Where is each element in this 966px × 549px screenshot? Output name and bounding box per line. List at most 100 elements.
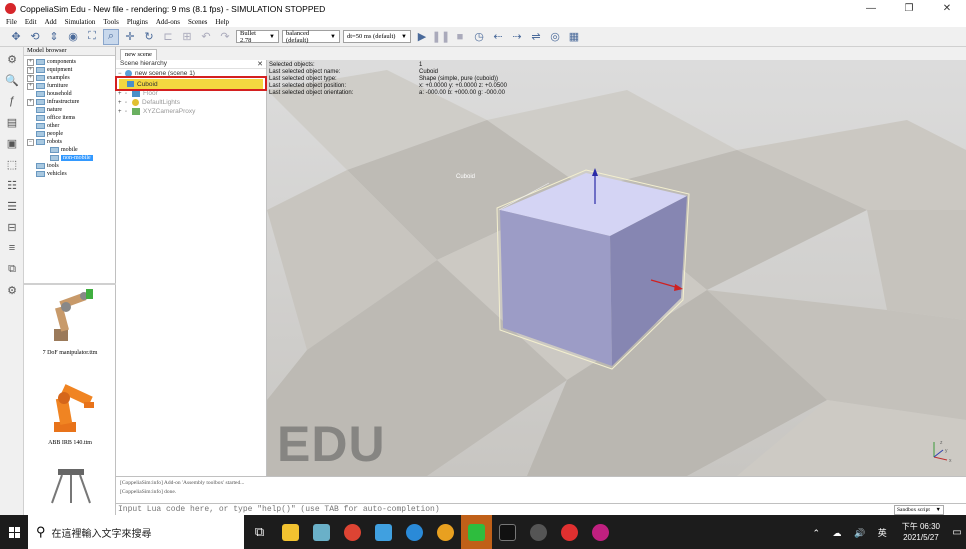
menu-add-ons[interactable]: Add-ons <box>156 18 180 26</box>
play-icon[interactable]: ▶ <box>414 29 430 45</box>
abb-irb140-thumbnail[interactable] <box>36 372 106 437</box>
lua-input[interactable] <box>118 504 888 515</box>
model-folder-mobile[interactable]: mobile <box>24 146 115 154</box>
taskbar-app-chrome-2[interactable] <box>430 515 461 549</box>
task-view-button[interactable]: ⧉ <box>244 515 275 549</box>
expand-icon[interactable]: + <box>27 66 34 74</box>
taskbar-app-line[interactable] <box>461 515 492 549</box>
taskbar-app-sphere[interactable] <box>523 515 554 549</box>
page-selector-icon[interactable]: ▦ <box>566 29 582 45</box>
menu-tools[interactable]: Tools <box>103 18 118 26</box>
collections-icon[interactable]: ▤ <box>3 113 21 131</box>
taskbar-app-chrome-3[interactable] <box>585 515 616 549</box>
delta-robot-thumbnail[interactable] <box>36 459 106 513</box>
menu-simulation[interactable]: Simulation <box>65 18 96 26</box>
taskbar-app-coppeliasim[interactable] <box>554 515 585 549</box>
expand-icon[interactable] <box>41 155 48 162</box>
menu-file[interactable]: File <box>6 18 17 26</box>
settings-gear-icon[interactable]: ⚙ <box>3 281 21 299</box>
model-folder-office-items[interactable]: office items <box>24 114 115 122</box>
model-folder-non-mobile[interactable]: non-mobile <box>24 154 115 162</box>
layers-icon[interactable]: ⧉ <box>3 260 21 278</box>
camera-opening-icon[interactable]: ◉ <box>65 29 81 45</box>
taskbar-app-file-explorer[interactable] <box>275 515 306 549</box>
expand-icon[interactable]: + <box>27 82 34 90</box>
expand-icon[interactable] <box>27 115 34 122</box>
model-folder-furniture[interactable]: + furniture <box>24 82 115 90</box>
object-rotate-icon[interactable]: ↻ <box>141 29 157 45</box>
sandbox-script-select[interactable]: Sandbox script ▼ <box>894 505 944 515</box>
taskbar-app-edge[interactable] <box>399 515 430 549</box>
transfer-dna-icon[interactable]: ⊞ <box>179 29 195 45</box>
menu-plugins[interactable]: Plugins <box>127 18 148 26</box>
expand-icon[interactable] <box>27 107 34 114</box>
taskbar-app-notes[interactable] <box>306 515 337 549</box>
menu-edit[interactable]: Edit <box>25 18 37 26</box>
tab-new-scene[interactable]: new scene <box>120 49 157 60</box>
selection-icon[interactable]: ☰ <box>3 197 21 215</box>
expand-icon[interactable] <box>27 131 34 138</box>
close-icon[interactable]: ✕ <box>257 60 263 68</box>
scene-hierarchy-icon[interactable]: ≡ <box>3 239 21 257</box>
expand-icon[interactable]: + <box>27 58 34 66</box>
camera-rotate-icon[interactable]: ⟲ <box>27 29 43 45</box>
model-folder-infrastructure[interactable]: + infrastructure <box>24 98 115 106</box>
model-folder-components[interactable]: + components <box>24 58 115 66</box>
scripts-icon[interactable]: ▣ <box>3 134 21 152</box>
fit-to-view-icon[interactable]: ⛶ <box>84 29 100 45</box>
taskbar-app-terminal[interactable] <box>492 515 523 549</box>
hierarchy-item-default-lights[interactable]: + ◦ DefaultLights <box>116 98 266 107</box>
expand-icon[interactable]: − <box>27 138 34 146</box>
real-time-icon[interactable]: ◷ <box>471 29 487 45</box>
menu-help[interactable]: Help <box>215 18 229 26</box>
simulation-settings-icon[interactable]: ⚙ <box>3 50 21 68</box>
expand-icon[interactable] <box>27 123 34 130</box>
clock[interactable]: 下午 06:30 2021/5/27 <box>902 521 940 543</box>
physics-engine-select[interactable]: Bullet 2.78 ▼ <box>236 30 279 44</box>
expand-icon[interactable]: + <box>27 98 34 106</box>
slow-down-icon[interactable]: ⇠ <box>490 29 506 45</box>
object-shift-icon[interactable]: ✛ <box>122 29 138 45</box>
timestep-select[interactable]: dt=50 ms (default) ▼ <box>343 30 411 43</box>
model-folder-people[interactable]: people <box>24 130 115 138</box>
model-folder-household[interactable]: household <box>24 90 115 98</box>
expand-icon[interactable]: + <box>27 74 34 82</box>
7dof-manipulator-thumbnail[interactable] <box>36 287 106 347</box>
maximize-button[interactable]: ❐ <box>890 0 928 17</box>
model-folder-examples[interactable]: + examples <box>24 74 115 82</box>
hierarchy-item-cuboid[interactable]: Cuboid <box>119 79 263 89</box>
minimize-button[interactable]: — <box>852 0 890 17</box>
notification-icon[interactable]: ▭ <box>948 527 966 538</box>
model-folder-nature[interactable]: nature <box>24 106 115 114</box>
visualization-toggle-icon[interactable]: ◎ <box>547 29 563 45</box>
hierarchy-item-xyz-camera-proxy[interactable]: + ◦ XYZCameraProxy <box>116 107 266 116</box>
assemble-icon[interactable]: ⊏ <box>160 29 176 45</box>
scene-viewport[interactable]: z y x Cuboid <box>267 60 966 476</box>
expand-icon[interactable] <box>27 91 34 98</box>
model-folder-tools[interactable]: tools <box>24 162 115 170</box>
taskbar-app-paint[interactable] <box>368 515 399 549</box>
model-browser-icon[interactable]: ⊟ <box>3 218 21 236</box>
start-button[interactable] <box>0 515 28 549</box>
speed-up-icon[interactable]: ⇢ <box>509 29 525 45</box>
scene-render[interactable]: z y x <box>267 60 966 476</box>
threaded-rendering-icon[interactable]: ⇌ <box>528 29 544 45</box>
shape-edit-icon[interactable]: ⬚ <box>3 155 21 173</box>
undo-icon[interactable]: ↶ <box>198 29 214 45</box>
expand-icon[interactable] <box>27 171 34 178</box>
menu-add[interactable]: Add <box>45 18 57 26</box>
model-folder-vehicles[interactable]: vehicles <box>24 170 115 178</box>
path-edit-icon[interactable]: ☷ <box>3 176 21 194</box>
tray-icons[interactable]: ⌃ ☁ 🔊 英 <box>813 526 892 539</box>
click-selection-icon[interactable]: ⌕ <box>103 28 119 45</box>
object-properties-icon[interactable]: 🔍 <box>3 71 21 89</box>
model-folder-equipment[interactable]: + equipment <box>24 66 115 74</box>
calculation-modules-icon[interactable]: ƒ <box>3 92 21 110</box>
close-button[interactable]: ✕ <box>928 0 966 17</box>
selected-cuboid-highlight[interactable]: Cuboid <box>115 76 267 91</box>
expand-icon[interactable] <box>41 147 48 154</box>
model-folder-robots[interactable]: − robots <box>24 138 115 146</box>
model-folder-other[interactable]: other <box>24 122 115 130</box>
taskbar-search[interactable]: ⚲ 在這裡輸入文字來搜尋 <box>28 515 244 549</box>
accuracy-select[interactable]: balanced (default) ▼ <box>282 30 340 44</box>
